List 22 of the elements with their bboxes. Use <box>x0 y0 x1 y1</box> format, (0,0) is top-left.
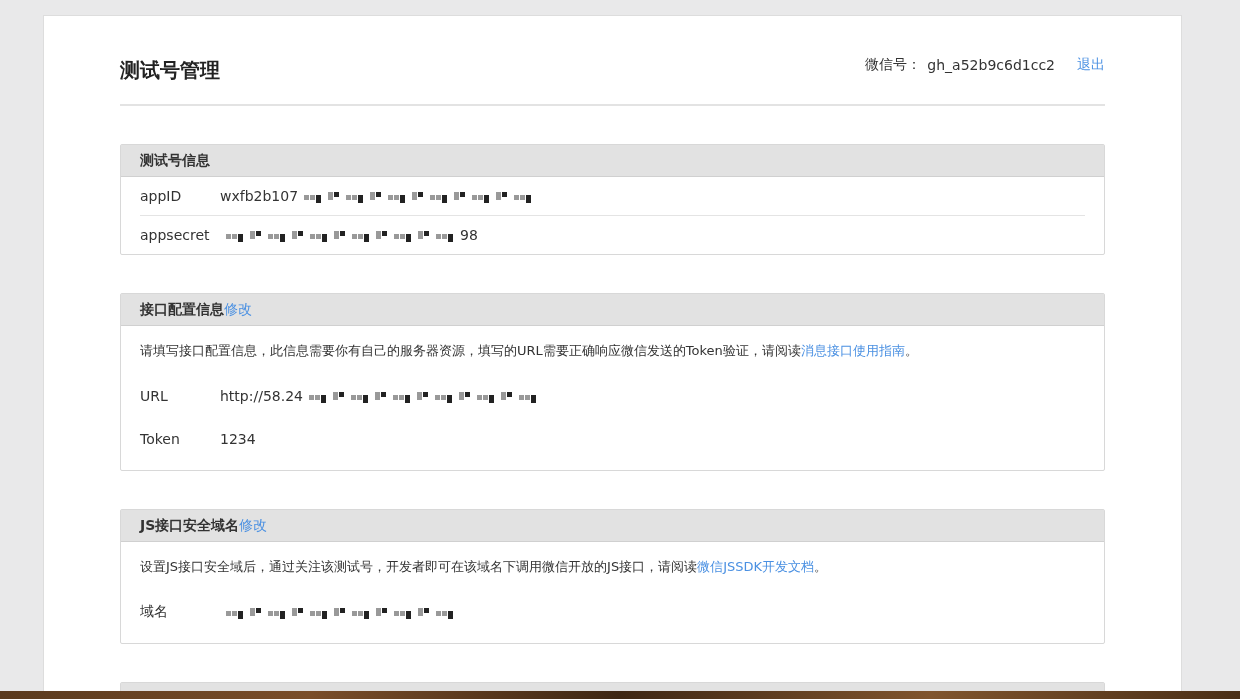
field-label: URL <box>140 387 169 404</box>
section-description: 设置JS接口安全域后，通过关注该测试号，开发者即可在该域名下调用微信开放的JS接口，请阅读微信JSSDK开发文档。 <box>140 558 829 576</box>
field-value: 98 <box>460 227 478 243</box>
section-description: 请填写接口配置信息，此信息需要你有自己的服务器资源，填写的URL需要正确响应微信发送的Token验证，请阅读消息接口使用指南。 <box>140 342 919 360</box>
field-value: http://58.24 <box>220 387 303 404</box>
section-title: 测试号信息 <box>140 151 210 170</box>
edit-link[interactable]: 修改 <box>224 300 252 319</box>
logout-link[interactable]: 退出 <box>1077 56 1105 74</box>
doc-link[interactable]: 微信JSSDK开发文档 <box>697 559 815 574</box>
field-label: Token <box>140 430 181 447</box>
field-label: 域名 <box>140 602 169 621</box>
account-id: gh_a52b9c6d1cc2 <box>927 57 1055 73</box>
field-label: appsecret <box>140 227 211 243</box>
doc-link[interactable]: 消息接口使用指南 <box>800 343 905 358</box>
section-title: 接口配置信息 <box>140 300 224 319</box>
field-label: appID <box>140 188 183 204</box>
section-title: JS接口安全域名 <box>140 516 240 535</box>
edit-link[interactable]: 修改 <box>239 516 268 535</box>
field-value: 1234 <box>220 430 256 447</box>
page-title: 测试号管理 <box>120 57 220 84</box>
account-label: 微信号： <box>865 56 922 74</box>
field-value: wxfb2b107 <box>220 188 299 204</box>
